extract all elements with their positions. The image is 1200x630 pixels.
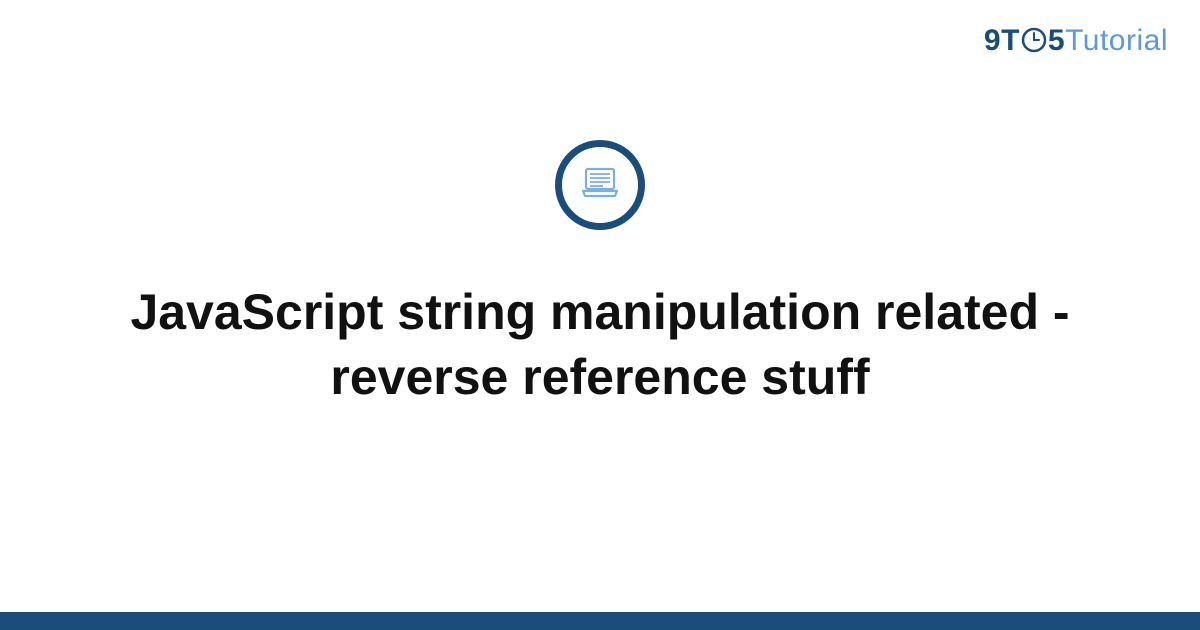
laptop-icon	[576, 159, 624, 212]
footer-accent-bar	[0, 612, 1200, 630]
laptop-icon-circle	[555, 140, 645, 230]
page-title: JavaScript string manipulation related -…	[100, 280, 1100, 410]
main-content: JavaScript string manipulation related -…	[0, 0, 1200, 630]
